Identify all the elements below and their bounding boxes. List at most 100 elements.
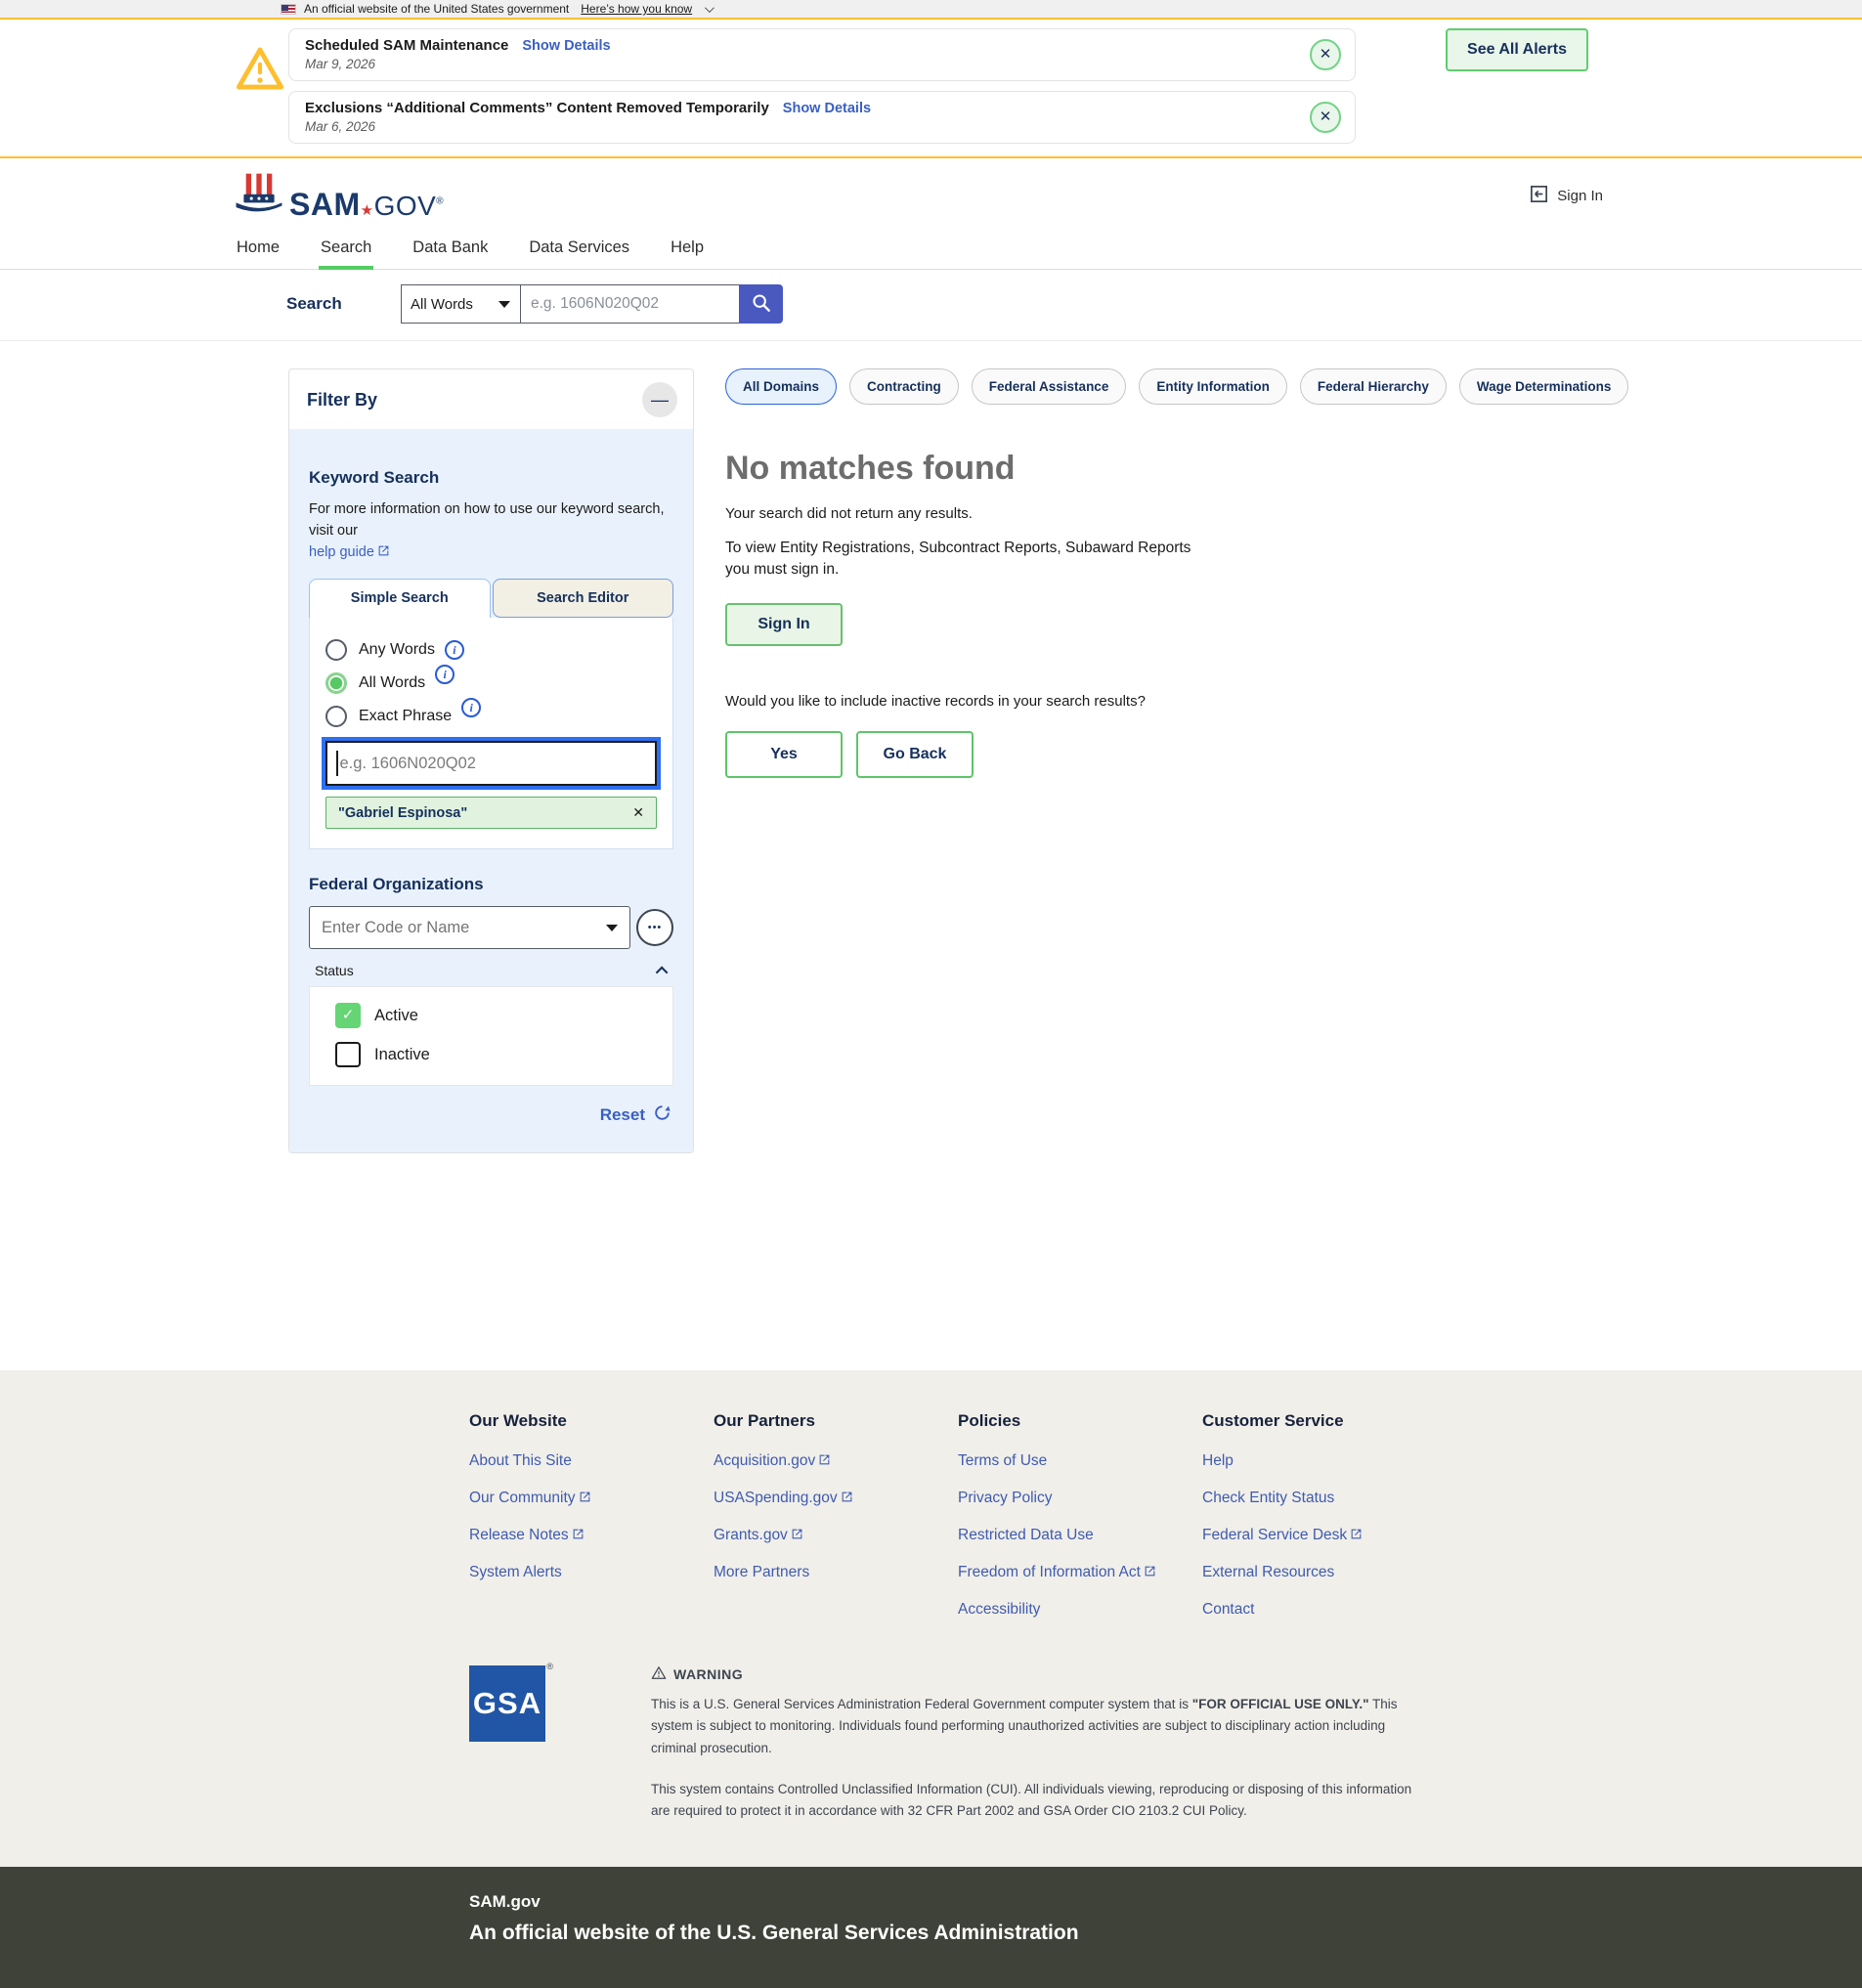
external-link-icon (569, 1527, 585, 1543)
pill-all-domains[interactable]: All Domains (725, 368, 837, 405)
footer-link-about-this-site[interactable]: About This Site (469, 1452, 714, 1470)
federal-orgs-select[interactable]: Enter Code or Name (309, 906, 630, 949)
close-icon: ✕ (1320, 108, 1332, 125)
info-icon[interactable]: i (461, 698, 481, 717)
filter-header: Filter By — (289, 369, 693, 429)
status-active-option[interactable]: ✓ Active (324, 1003, 659, 1028)
reset-link[interactable]: Reset (600, 1105, 645, 1125)
nav-item-search[interactable]: Search (319, 230, 373, 269)
footer-tagline: An official website of the U.S. General … (469, 1922, 1862, 1945)
footer-col-our-partners: Our Partners Acquisition.gov USASpending… (714, 1411, 958, 1638)
federal-orgs-row: Enter Code or Name ••• (309, 906, 673, 949)
show-details-link[interactable]: Show Details (522, 38, 610, 54)
footer-site-name: SAM.gov (469, 1892, 1862, 1912)
nav-item-help[interactable]: Help (669, 230, 706, 269)
footer-link-more-partners[interactable]: More Partners (714, 1564, 958, 1581)
footer-link-federal-service-desk[interactable]: Federal Service Desk (1202, 1527, 1447, 1544)
pill-contracting[interactable]: Contracting (849, 368, 959, 405)
footer-link-usaspending-gov[interactable]: USASpending.gov (714, 1490, 958, 1507)
warning-paragraph-1: This is a U.S. General Services Administ… (651, 1694, 1433, 1759)
footer-link-release-notes[interactable]: Release Notes (469, 1527, 714, 1544)
status-label: Status (315, 963, 354, 978)
results-area: All Domains Contracting Federal Assistan… (725, 368, 1537, 778)
minus-icon: — (651, 390, 669, 410)
keyword-info-text: For more information on how to use our k… (309, 499, 673, 563)
footer-link-accessibility[interactable]: Accessibility (958, 1601, 1202, 1619)
checkbox-unchecked-icon[interactable] (335, 1042, 361, 1067)
pill-federal-hierarchy[interactable]: Federal Hierarchy (1300, 368, 1447, 405)
status-active-label: Active (374, 1007, 418, 1025)
radio-exact-phrase[interactable]: Exact Phrase i (325, 706, 657, 727)
footer-link-our-community[interactable]: Our Community (469, 1490, 714, 1507)
footer-link-acquisition-gov[interactable]: Acquisition.gov (714, 1452, 958, 1470)
warning-block: WARNING This is a U.S. General Services … (651, 1665, 1433, 1822)
close-alert-button[interactable]: ✕ (1310, 102, 1341, 133)
nav-item-data-bank[interactable]: Data Bank (411, 230, 490, 269)
remove-chip-icon[interactable]: ✕ (632, 804, 644, 821)
footer-heading: Customer Service (1202, 1411, 1447, 1431)
footer-link-help[interactable]: Help (1202, 1452, 1447, 1470)
footer-link-privacy-policy[interactable]: Privacy Policy (958, 1490, 1202, 1507)
show-details-link[interactable]: Show Details (783, 101, 871, 116)
go-back-button[interactable]: Go Back (856, 731, 974, 778)
radio-icon (325, 706, 347, 727)
nav-item-home[interactable]: Home (235, 230, 281, 269)
footer-columns: Our Website About This Site Our Communit… (469, 1411, 1862, 1638)
alerts-section: Scheduled SAM Maintenance Show Details M… (0, 20, 1862, 158)
pill-entity-information[interactable]: Entity Information (1139, 368, 1287, 405)
see-all-alerts-button[interactable]: See All Alerts (1446, 28, 1588, 71)
sign-in-link[interactable]: Sign In (1529, 184, 1603, 208)
warning-title-row: WARNING (651, 1665, 1433, 1683)
sign-in-button[interactable]: Sign In (725, 603, 843, 646)
reset-row: Reset (309, 1103, 673, 1127)
how-you-know-link[interactable]: Here’s how you know (581, 2, 692, 16)
tab-search-editor[interactable]: Search Editor (493, 579, 674, 618)
chevron-down-icon (705, 3, 714, 13)
info-icon[interactable]: i (435, 665, 455, 684)
footer-link-foia[interactable]: Freedom of Information Act (958, 1564, 1202, 1581)
gsa-logo-text: GSA (473, 1686, 541, 1721)
external-link-icon (1141, 1564, 1156, 1580)
footer-link-system-alerts[interactable]: System Alerts (469, 1564, 714, 1581)
alert-item: Scheduled SAM Maintenance Show Details M… (288, 28, 1356, 81)
footer-link-restricted-data-use[interactable]: Restricted Data Use (958, 1527, 1202, 1544)
info-icon[interactable]: i (445, 640, 464, 660)
radio-label: Exact Phrase (359, 708, 452, 725)
content-area: Filter By — Keyword Search For more info… (0, 341, 1862, 1370)
alert-date: Mar 9, 2026 (305, 57, 1296, 71)
search-mode-select[interactable]: All Words (401, 284, 520, 324)
sam-gov-logo[interactable]: SAM★GOV® (235, 172, 444, 220)
search-input[interactable]: e.g. 1606N020Q02 (520, 284, 740, 324)
warning-paragraph-2: This system contains Controlled Unclassi… (651, 1779, 1433, 1823)
main-nav: Home Search Data Bank Data Services Help (0, 230, 1862, 270)
search-submit-button[interactable] (740, 284, 783, 324)
keyword-chip: "Gabriel Espinosa" ✕ (325, 797, 657, 829)
radio-all-words[interactable]: All Words i (325, 672, 657, 694)
status-inactive-option[interactable]: Inactive (324, 1042, 659, 1067)
external-link-icon (1347, 1527, 1363, 1543)
pill-federal-assistance[interactable]: Federal Assistance (972, 368, 1127, 405)
footer-link-external-resources[interactable]: External Resources (1202, 1564, 1447, 1581)
footer-col-customer-service: Customer Service Help Check Entity Statu… (1202, 1411, 1447, 1638)
footer-link-grants-gov[interactable]: Grants.gov (714, 1527, 958, 1544)
radio-any-words[interactable]: Any Words i (325, 639, 657, 661)
nav-item-data-services[interactable]: Data Services (527, 230, 631, 269)
footer-link-terms-of-use[interactable]: Terms of Use (958, 1452, 1202, 1470)
pill-wage-determinations[interactable]: Wage Determinations (1459, 368, 1629, 405)
collapse-filter-button[interactable]: — (642, 382, 677, 417)
footer-link-check-entity-status[interactable]: Check Entity Status (1202, 1490, 1447, 1507)
checkbox-checked-icon[interactable]: ✓ (335, 1003, 361, 1028)
close-alert-button[interactable]: ✕ (1310, 39, 1341, 70)
tab-simple-search[interactable]: Simple Search (309, 579, 491, 618)
help-guide-link[interactable]: help guide (309, 544, 374, 560)
keyword-input[interactable]: e.g. 1606N020Q02 (325, 741, 657, 786)
footer-heading: Our Partners (714, 1411, 958, 1431)
radio-icon-selected (325, 672, 347, 694)
more-options-button[interactable]: ••• (636, 909, 673, 946)
footer-link-contact[interactable]: Contact (1202, 1601, 1447, 1619)
reset-icon[interactable] (653, 1103, 671, 1127)
text-cursor (336, 751, 338, 776)
status-accordion-toggle[interactable]: Status (315, 963, 668, 978)
yes-button[interactable]: Yes (725, 731, 843, 778)
gov-banner-text: An official website of the United States… (304, 2, 569, 16)
